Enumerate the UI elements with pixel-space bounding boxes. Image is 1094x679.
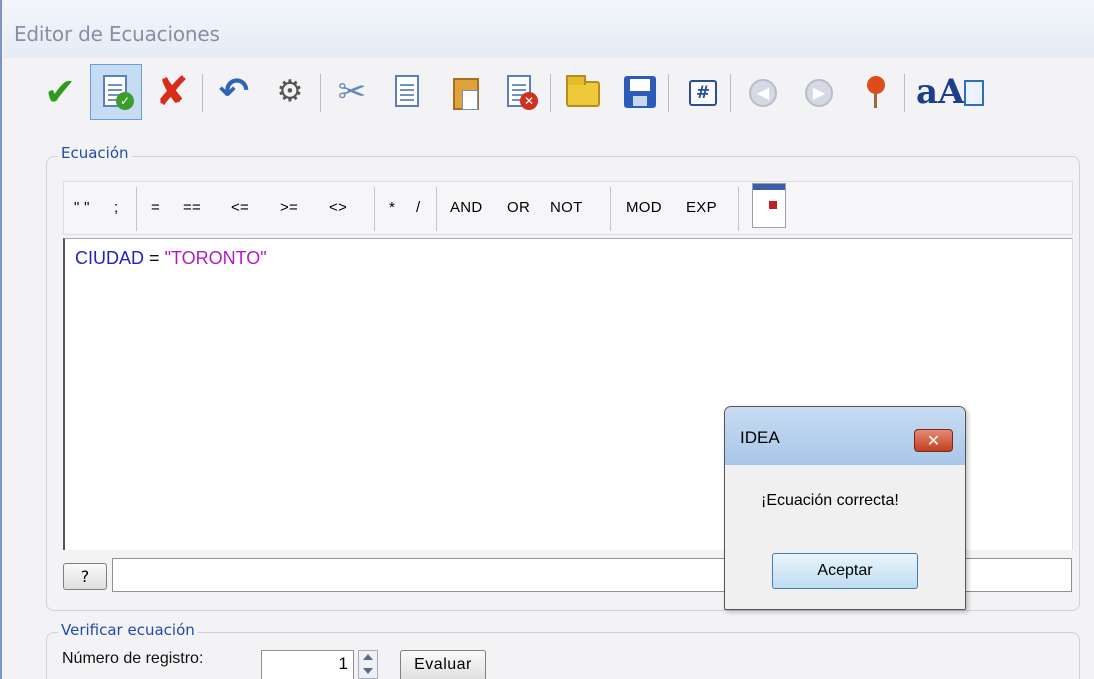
main-toolbar: ✔ ✓ ✘ ↶ ⚙ ✂ ✕ # ◀ ▶ aA [34, 64, 1094, 120]
dialog-body: ¡Ecuación correcta! Aceptar [726, 465, 965, 609]
dialog-title: IDEA [740, 428, 780, 447]
op-greater-equal[interactable]: >= [280, 199, 298, 216]
field-token: CIUDAD [75, 248, 145, 268]
panel-icon [962, 72, 992, 112]
back-icon: ◀ [742, 72, 782, 112]
copy-button[interactable] [382, 64, 434, 120]
ok-button[interactable]: Aceptar [772, 553, 918, 589]
toolbar-separator [550, 74, 551, 112]
save-icon [618, 72, 658, 112]
dialog-message: ¡Ecuación correcta! [761, 492, 899, 509]
record-number-input[interactable]: 1 [261, 650, 354, 679]
forward-icon: ▶ [798, 72, 838, 112]
window-title: Editor de Ecuaciones [14, 22, 220, 46]
number-format-icon: # [680, 72, 720, 112]
toolbar-separator [202, 74, 203, 112]
font-button[interactable]: aA [910, 64, 965, 120]
op-equals-equals[interactable]: == [183, 199, 201, 216]
help-button[interactable]: ? [63, 563, 107, 590]
copy-icon [388, 72, 428, 112]
toolbar-separator [904, 74, 905, 112]
delete-doc-icon: ✕ [500, 72, 540, 112]
op-equals[interactable]: = [151, 199, 160, 216]
op-not-equal[interactable]: <> [329, 199, 347, 216]
spin-up-icon[interactable] [363, 654, 373, 660]
op-divide[interactable]: / [416, 199, 420, 216]
cut-button[interactable]: ✂ [326, 64, 378, 120]
equation-group-label: Ecuación [58, 144, 132, 162]
op-and[interactable]: AND [450, 199, 483, 216]
toolbar-separator [730, 74, 731, 112]
forward-button[interactable]: ▶ [792, 64, 844, 120]
validate-button[interactable]: ✓ [90, 64, 142, 120]
paste-icon [444, 72, 484, 112]
op-multiply[interactable]: * [389, 199, 395, 216]
paste-button[interactable] [438, 64, 490, 120]
find-button[interactable]: ⚙ [264, 64, 316, 120]
equation-code: CIUDAD = "TORONTO" [75, 248, 267, 269]
message-dialog: IDEA ✕ ¡Ecuación correcta! Aceptar [724, 406, 966, 610]
op-not[interactable]: NOT [550, 199, 583, 216]
spin-down-icon[interactable] [363, 668, 373, 674]
validate-doc-icon: ✓ [96, 72, 136, 112]
toolbar-separator [320, 74, 321, 112]
find-icon: ⚙ [276, 74, 304, 109]
panel-button[interactable] [962, 64, 992, 120]
title-bar: Editor de Ecuaciones [4, 0, 1094, 58]
undo-icon: ↶ [218, 71, 250, 112]
number-format-button[interactable]: # [674, 64, 726, 120]
cut-icon: ✂ [337, 72, 367, 112]
op-semicolon[interactable]: ; [114, 199, 118, 216]
delete-button[interactable]: ✕ [494, 64, 546, 120]
open-button[interactable] [556, 64, 608, 120]
operator-token: = [149, 248, 160, 268]
back-button[interactable]: ◀ [736, 64, 788, 120]
cancel-button[interactable]: ✘ [146, 64, 198, 120]
evaluate-button[interactable]: Evaluar [400, 650, 486, 679]
dialog-close-button[interactable]: ✕ [914, 429, 953, 452]
dialog-title-bar: IDEA ✕ [725, 407, 965, 465]
check-icon: ✔ [44, 70, 76, 114]
save-button[interactable] [612, 64, 664, 120]
op-mod[interactable]: MOD [626, 199, 662, 216]
date-picker-button[interactable] [752, 183, 786, 228]
verify-group-label: Verificar ecuación [58, 621, 198, 639]
toolbar-separator [668, 74, 669, 112]
equation-editor-window: Editor de Ecuaciones ✔ ✓ ✘ ↶ ⚙ ✂ ✕ # ◀ ▶… [0, 0, 1094, 679]
close-icon: ✕ [926, 431, 941, 450]
open-folder-icon [562, 72, 602, 112]
op-exp[interactable]: EXP [686, 199, 717, 216]
op-or[interactable]: OR [507, 199, 530, 216]
record-spinner[interactable] [358, 650, 378, 679]
op-quotes[interactable]: " " [74, 199, 90, 216]
cancel-icon: ✘ [155, 69, 189, 115]
string-token: "TORONTO" [164, 248, 267, 268]
undo-button[interactable]: ↶ [208, 64, 260, 120]
op-less-equal[interactable]: <= [231, 199, 249, 216]
pin-button[interactable] [848, 64, 900, 120]
font-icon: aA [916, 72, 965, 112]
operator-bar: " " ; = == <= >= <> * / AND OR NOT MOD E… [63, 181, 1073, 235]
check-button[interactable]: ✔ [34, 64, 86, 120]
pin-icon [854, 72, 894, 112]
record-number-label: Número de registro: [62, 650, 204, 667]
